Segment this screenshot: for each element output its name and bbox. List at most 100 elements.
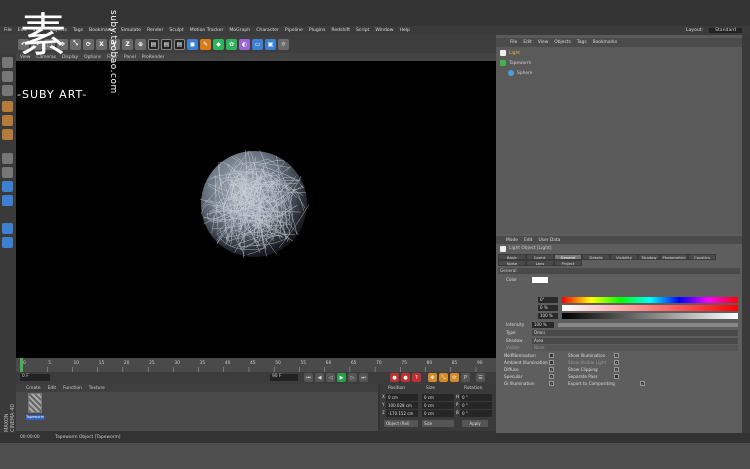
coordinate-system-icon[interactable]: ⊕: [135, 38, 146, 50]
start-frame-field[interactable]: 0 F: [20, 374, 50, 381]
scale-icon[interactable]: ⤡: [70, 38, 81, 50]
playhead[interactable]: [20, 358, 23, 372]
menu-item-sculpt[interactable]: Sculpt: [169, 28, 183, 33]
type-select[interactable]: Omni: [532, 330, 738, 336]
timeline-options-icon[interactable]: ☰: [476, 373, 485, 382]
object-name[interactable]: Sphere: [517, 71, 532, 76]
record-icon[interactable]: ●: [390, 373, 399, 382]
separate-pass-checkbox[interactable]: [614, 374, 619, 379]
value-slider[interactable]: [562, 313, 738, 319]
rotate-icon[interactable]: ⟳: [83, 38, 94, 50]
key-rotation-icon[interactable]: ⟳: [450, 373, 459, 382]
render-settings-icon[interactable]: ▤: [174, 38, 185, 50]
polygons-mode-icon[interactable]: [2, 129, 13, 140]
object-row-light[interactable]: Light: [500, 49, 520, 57]
object-name[interactable]: Light: [509, 51, 520, 56]
menu-item-redshift[interactable]: Redshift: [331, 28, 350, 33]
texture-mode-icon[interactable]: [2, 71, 13, 82]
diffuse-checkbox[interactable]: ✓: [549, 367, 554, 372]
coord-mode-select[interactable]: Object (Rel): [384, 420, 418, 427]
quantize-icon[interactable]: [2, 223, 13, 234]
tab-shadow[interactable]: Shadow: [638, 254, 660, 260]
size-z-field[interactable]: 0 cm: [422, 410, 454, 417]
attr-menu-mode[interactable]: Mode: [506, 238, 518, 243]
material-menu-function[interactable]: Function: [63, 386, 82, 391]
light-icon[interactable]: ☼: [278, 38, 289, 50]
show-clipping-checkbox[interactable]: ✓: [614, 367, 619, 372]
keyframe-selection-icon[interactable]: ?: [412, 373, 421, 382]
menu-item-script[interactable]: Script: [356, 28, 369, 33]
intensity-slider[interactable]: [558, 323, 738, 327]
obj-menu-file[interactable]: File: [510, 40, 517, 45]
model-mode-icon[interactable]: [2, 57, 13, 68]
lock-workplane-icon[interactable]: [2, 195, 13, 206]
rotation-b-field[interactable]: 0 °: [460, 410, 492, 417]
play-icon[interactable]: ▶: [337, 373, 346, 382]
workplane-mode-icon[interactable]: [2, 85, 13, 96]
material-menu-texture[interactable]: Texture: [89, 386, 105, 391]
render-view-icon[interactable]: ▤: [148, 38, 159, 50]
color-swatch[interactable]: [532, 277, 548, 283]
menu-item-mograph[interactable]: MoGraph: [229, 28, 250, 33]
obj-menu-objects[interactable]: Objects: [554, 40, 571, 45]
tab-visibility[interactable]: Visibility: [610, 254, 638, 260]
floor-icon[interactable]: ▭: [252, 38, 263, 50]
key-param-icon[interactable]: P: [461, 373, 470, 382]
tab-lens[interactable]: Lens: [526, 260, 554, 266]
ambient-illumination-checkbox[interactable]: [549, 360, 554, 365]
material-thumbnail[interactable]: [28, 393, 42, 413]
pen-spline-icon[interactable]: ✎: [200, 38, 211, 50]
subdivision-icon[interactable]: ◆: [213, 38, 224, 50]
menu-item-window[interactable]: Window: [375, 28, 393, 33]
menu-item-simulate[interactable]: Simulate: [121, 28, 141, 33]
goto-end-icon[interactable]: ⏭: [359, 373, 368, 382]
visible-light-select[interactable]: None: [532, 345, 738, 351]
position-y-field[interactable]: 100.028 cm: [386, 402, 418, 409]
deformer-icon[interactable]: ◐: [239, 38, 250, 50]
position-x-field[interactable]: 0 cm: [386, 394, 418, 401]
3d-viewport[interactable]: [16, 61, 496, 358]
tweak-mode-icon[interactable]: [2, 167, 13, 178]
value-field[interactable]: 100 %: [538, 313, 558, 319]
menu-item-motion-tracker[interactable]: Motion Tracker: [190, 28, 224, 33]
axis-z-icon[interactable]: Z: [122, 38, 133, 50]
tab-caustics[interactable]: Caustics: [688, 254, 716, 260]
menu-item-tags[interactable]: Tags: [73, 28, 83, 33]
key-position-icon[interactable]: ✥: [428, 373, 437, 382]
export-compositing-checkbox[interactable]: ✓: [640, 381, 645, 386]
obj-menu-tags[interactable]: Tags: [577, 40, 587, 45]
rotation-p-field[interactable]: 0 °: [460, 402, 492, 409]
tab-photometric[interactable]: Photometric: [660, 254, 688, 260]
hue-slider[interactable]: [562, 297, 738, 303]
tab-noise[interactable]: Noise: [498, 260, 526, 266]
menu-item-plugins[interactable]: Plugins: [309, 28, 325, 33]
viewport-menu-panel[interactable]: Panel: [124, 55, 136, 60]
attr-menu-userdata[interactable]: User Data: [538, 238, 560, 243]
snap-icon[interactable]: [2, 181, 13, 192]
next-frame-icon[interactable]: ▷: [348, 373, 357, 382]
rotation-h-field[interactable]: 0 °: [460, 394, 492, 401]
layout-select[interactable]: Standard: [709, 28, 742, 33]
tab-project[interactable]: Project: [554, 260, 582, 266]
timeline-ruler[interactable]: 0 5 10 15 20 25 30 35 40 45 50 55 60 65 70 75 80 85 90: [16, 358, 496, 372]
menu-item-character[interactable]: Character: [256, 28, 279, 33]
camera-icon[interactable]: ▣: [265, 38, 276, 50]
menu-item-help[interactable]: Help: [399, 28, 409, 33]
size-x-field[interactable]: 0 cm: [422, 394, 454, 401]
object-name[interactable]: Tapeworm: [509, 61, 531, 66]
attr-menu-edit[interactable]: Edit: [524, 238, 533, 243]
saturation-field[interactable]: 0 %: [538, 305, 558, 311]
material-menu-create[interactable]: Create: [26, 386, 41, 391]
autokey-icon[interactable]: ●: [401, 373, 410, 382]
menu-item-file[interactable]: File: [4, 28, 12, 33]
obj-menu-edit[interactable]: Edit: [523, 40, 532, 45]
saturation-slider[interactable]: [562, 305, 738, 311]
cube-icon[interactable]: ◼: [187, 38, 198, 50]
no-illumination-checkbox[interactable]: [549, 353, 554, 358]
show-visible-light-checkbox[interactable]: ✓: [614, 360, 619, 365]
size-y-field[interactable]: 0 cm: [422, 402, 454, 409]
apply-button[interactable]: Apply: [462, 420, 488, 427]
intensity-field[interactable]: 100 %: [532, 322, 554, 328]
shadow-select[interactable]: Area: [532, 338, 738, 344]
cloner-icon[interactable]: ✿: [226, 38, 237, 50]
